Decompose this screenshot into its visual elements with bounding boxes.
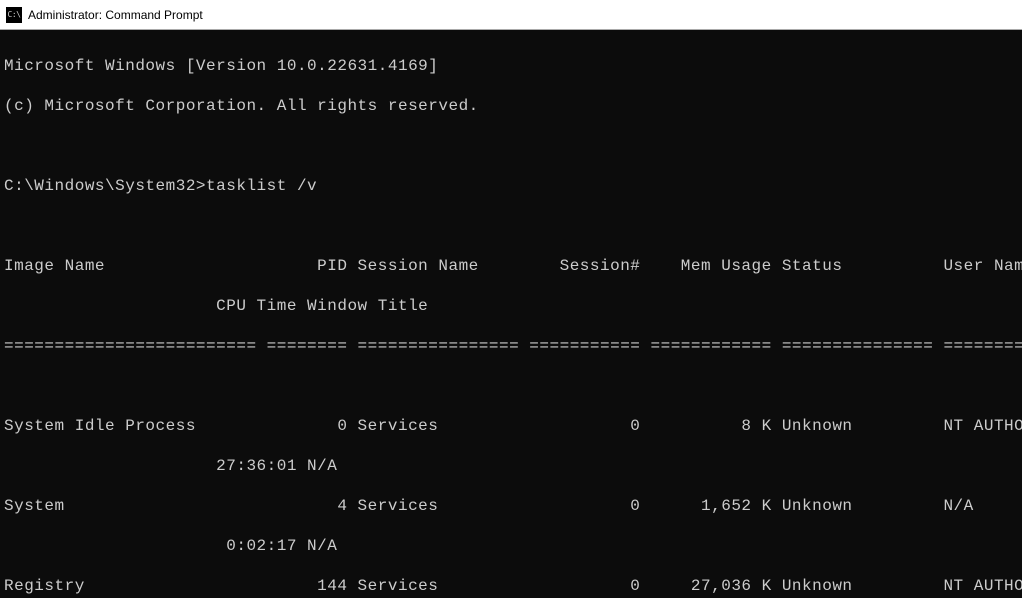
cmd-icon: C:\ bbox=[6, 7, 22, 23]
terminal-output[interactable]: Microsoft Windows [Version 10.0.22631.41… bbox=[0, 30, 1022, 598]
process-row-extra: 0:02:17 N/A bbox=[4, 536, 1018, 556]
column-headers-line1: Image Name PID Session Name Session# Mem… bbox=[4, 256, 1018, 276]
header-line-2: (c) Microsoft Corporation. All rights re… bbox=[4, 96, 1018, 116]
blank-line bbox=[4, 136, 1018, 156]
window-title: Administrator: Command Prompt bbox=[28, 8, 203, 22]
window-titlebar[interactable]: C:\ Administrator: Command Prompt bbox=[0, 0, 1022, 30]
prompt-path: C:\Windows\System32> bbox=[4, 177, 206, 195]
process-row: System 4 Services 0 1,652 K Unknown N/A bbox=[4, 496, 1018, 516]
command-prompt-line: C:\Windows\System32>tasklist /v bbox=[4, 176, 1018, 196]
process-row-extra: 27:36:01 N/A bbox=[4, 456, 1018, 476]
blank-line bbox=[4, 216, 1018, 236]
blank-line bbox=[4, 376, 1018, 396]
process-row: Registry 144 Services 0 27,036 K Unknown… bbox=[4, 576, 1018, 596]
separator-line: ========================= ======== =====… bbox=[4, 336, 1018, 356]
header-line-1: Microsoft Windows [Version 10.0.22631.41… bbox=[4, 56, 1018, 76]
column-headers-line2: CPU Time Window Title bbox=[4, 296, 1018, 316]
process-row: System Idle Process 0 Services 0 8 K Unk… bbox=[4, 416, 1018, 436]
command-text: tasklist /v bbox=[206, 177, 317, 195]
